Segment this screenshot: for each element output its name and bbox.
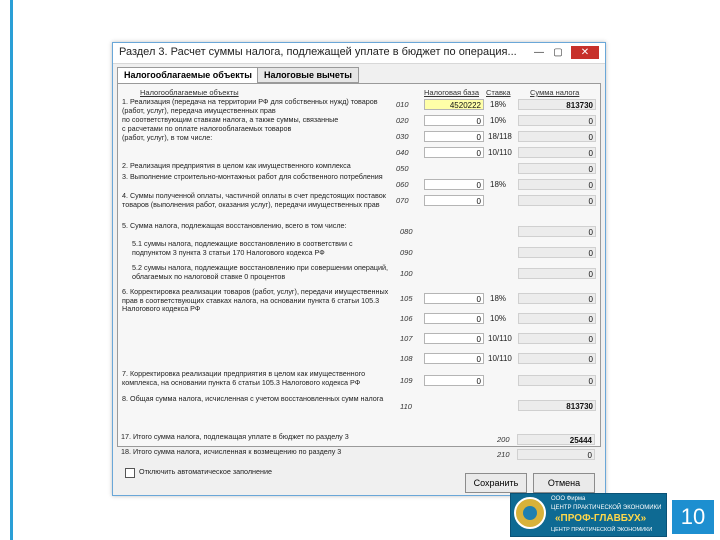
rate-107: 10/110 xyxy=(488,334,512,343)
row-label-109: 7. Корректировка реализации предприятия … xyxy=(122,369,366,387)
window-title: Раздел 3. Расчет суммы налога, подлежаще… xyxy=(119,46,517,58)
tax-field-070: 0 xyxy=(518,195,596,206)
row-code-010: 010 xyxy=(396,100,409,109)
base-field-107[interactable]: 0 xyxy=(424,333,484,344)
rate-060: 18% xyxy=(490,180,507,189)
tax-field-010: 813730 xyxy=(518,99,596,110)
row-code-080: 080 xyxy=(400,227,413,236)
minimize-icon[interactable]: — xyxy=(531,46,547,59)
tax-field-030: 0 xyxy=(518,131,596,142)
tax-field-040: 0 xyxy=(518,147,596,158)
row-code-070: 070 xyxy=(396,196,409,205)
tax-field-109: 0 xyxy=(518,375,596,386)
base-field-030[interactable]: 0 xyxy=(424,131,484,142)
save-button[interactable]: Сохранить xyxy=(465,473,527,493)
rate-020: 10% xyxy=(490,116,507,125)
cancel-button[interactable]: Отмена xyxy=(533,473,595,493)
total-code-210: 210 xyxy=(497,450,510,459)
row-code-107: 107 xyxy=(400,334,413,343)
base-field-010[interactable]: 4520222 xyxy=(424,99,484,110)
logo-line1: ООО Фирма xyxy=(551,496,586,502)
row-code-060: 060 xyxy=(396,180,409,189)
tax-field-108: 0 xyxy=(518,353,596,364)
row-code-105: 105 xyxy=(400,294,413,303)
emblem-icon xyxy=(514,497,546,529)
base-field-106[interactable]: 0 xyxy=(424,313,484,324)
row-label-050: 2. Реализация предприятия в целом как им… xyxy=(122,161,351,170)
base-field-105[interactable]: 0 xyxy=(424,293,484,304)
base-field-070[interactable]: 0 xyxy=(424,195,484,206)
row-label-040: (работ, услуг), в том числе: xyxy=(122,133,213,142)
tab-taxable-objects[interactable]: Налогооблагаемые объекты xyxy=(117,67,259,84)
rate-column-header: Ставка xyxy=(486,88,511,97)
row-code-030: 030 xyxy=(396,132,409,141)
total-label-210: 18. Итого сумма налога, исчисленная к во… xyxy=(121,447,342,456)
row-label-010: 1. Реализация (передача на территории РФ… xyxy=(122,97,378,115)
row-code-109: 109 xyxy=(400,376,413,385)
tax-field-050: 0 xyxy=(518,163,596,174)
rate-030: 18/118 xyxy=(488,132,512,141)
total-label-200: 17. Итого сумма налога, подлежащая уплат… xyxy=(121,432,349,441)
rate-108: 10/110 xyxy=(488,354,512,363)
row-code-108: 108 xyxy=(400,354,413,363)
tax-field-080: 0 xyxy=(518,226,596,237)
row-code-106: 106 xyxy=(400,314,413,323)
row-label-060: 3. Выполнение строительно-монтажных рабо… xyxy=(122,172,383,181)
rate-106: 10% xyxy=(490,314,507,323)
tab-tax-deductions[interactable]: Налоговые вычеты xyxy=(257,67,359,83)
base-column-header: Налоговая база xyxy=(424,88,479,97)
total-code-200: 200 xyxy=(497,435,510,444)
tax-field-020: 0 xyxy=(518,115,596,126)
total-field-210: 0 xyxy=(517,449,595,460)
logo-line4: ЦЕНТР ПРАКТИЧЕСКОЙ ЭКОНОМИКИ xyxy=(551,527,653,533)
row-label-100: 5.2 суммы налога, подлежащие восстановле… xyxy=(132,263,389,281)
rate-105: 18% xyxy=(490,294,507,303)
dialog-window: Раздел 3. Расчет суммы налога, подлежаще… xyxy=(112,42,606,496)
rate-010: 18% xyxy=(490,100,507,109)
rate-040: 10/110 xyxy=(488,148,512,157)
base-field-109[interactable]: 0 xyxy=(424,375,484,386)
row-label-110: 8. Общая сумма налога, исчисленная с уче… xyxy=(122,394,384,403)
auto-fill-checkbox[interactable] xyxy=(125,468,135,478)
tax-field-110: 813730 xyxy=(518,400,596,411)
slide-number: 10 xyxy=(672,500,714,534)
row-code-050: 050 xyxy=(396,164,409,173)
logo-brand: «ПРОФ-ГЛАВБУХ» xyxy=(555,513,647,524)
left-accent-bar xyxy=(10,0,13,540)
company-logo: ООО Фирма ЦЕНТР ПРАКТИЧЕСКОЙ ЭКОНОМИКИ «… xyxy=(510,493,667,537)
section-header: Налогооблагаемые объекты xyxy=(140,88,239,97)
row-label-090: 5.1 суммы налога, подлежащие восстановле… xyxy=(132,239,353,257)
base-field-060[interactable]: 0 xyxy=(424,179,484,190)
tax-field-107: 0 xyxy=(518,333,596,344)
row-label-105: 6. Корректировка реализации товаров (раб… xyxy=(122,287,389,314)
base-field-040[interactable]: 0 xyxy=(424,147,484,158)
tax-field-060: 0 xyxy=(518,179,596,190)
tax-field-105: 0 xyxy=(518,293,596,304)
row-label-070: 4. Суммы полученной оплаты, частичной оп… xyxy=(122,191,386,209)
logo-line2: ЦЕНТР ПРАКТИЧЕСКОЙ ЭКОНОМИКИ xyxy=(551,505,662,511)
taxable-objects-panel: Налогооблагаемые объекты Налоговая база … xyxy=(117,83,601,447)
title-bar: Раздел 3. Расчет суммы налога, подлежаще… xyxy=(113,43,605,64)
auto-fill-label: Отключить автоматическое заполнение xyxy=(139,467,272,476)
row-code-110: 110 xyxy=(400,402,412,411)
total-field-200: 25444 xyxy=(517,434,595,445)
tax-field-106: 0 xyxy=(518,313,596,324)
tax-field-090: 0 xyxy=(518,247,596,258)
row-code-040: 040 xyxy=(396,148,409,157)
row-label-080: 5. Сумма налога, подлежащая восстановлен… xyxy=(122,221,347,230)
row-code-100: 100 xyxy=(400,269,413,278)
base-field-020[interactable]: 0 xyxy=(424,115,484,126)
maximize-icon[interactable]: ▢ xyxy=(550,46,566,59)
row-code-020: 020 xyxy=(396,116,409,125)
row-code-090: 090 xyxy=(400,248,413,257)
tax-column-header: Сумма налога xyxy=(530,88,580,97)
close-icon[interactable]: ✕ xyxy=(571,46,599,59)
tax-field-100: 0 xyxy=(518,268,596,279)
base-field-108[interactable]: 0 xyxy=(424,353,484,364)
